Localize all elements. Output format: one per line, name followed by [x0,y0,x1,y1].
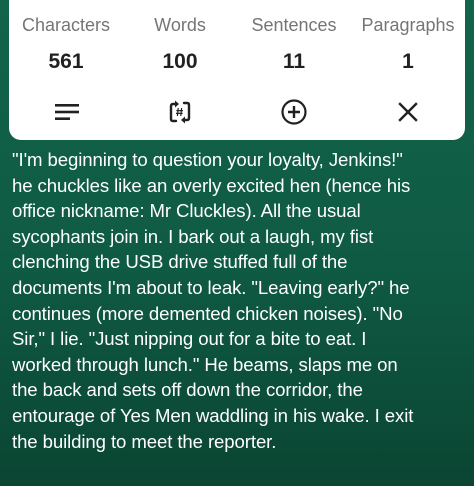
text-line: sycophants join in. I bark out a laugh, … [12,225,374,247]
close-button[interactable] [388,90,428,134]
text-line: entourage of Yes Men waddling in his wak… [12,404,414,426]
text-line: the back and sets off down the corridor,… [12,379,363,401]
text-line: continues (more demented chicken noises)… [12,302,403,324]
text-line: documents I'm about to leak. "Leaving ea… [12,276,410,298]
stat-words-value: 100 [162,50,198,73]
stat-sentences-value: 11 [282,50,306,73]
stat-characters-value: 561 [48,50,84,73]
add-button[interactable] [274,90,314,134]
swap-count-icon [169,100,191,124]
add-circle-icon [281,99,307,125]
stat-paragraphs-value: 1 [402,50,414,73]
text-content[interactable]: "I'm beginning to question your loyalty,… [12,147,468,454]
toolbar [9,90,465,136]
stats-row: Characters 561 Words 100 Sentences 11 Pa… [9,0,465,90]
stat-characters-label: Characters [21,15,111,35]
stats-card: Characters 561 Words 100 Sentences 11 Pa… [9,0,465,140]
text-line: "I'm beginning to question your loyalty,… [12,149,403,170]
stat-words-label: Words [154,15,206,35]
text-line: worked through lunch." He beams, slaps m… [12,353,398,375]
close-icon [398,102,418,122]
text-line: clenching the USB drive stuffed full of … [12,251,348,273]
text-line: Sir," I lie. "Just nipping out for a bit… [12,328,367,350]
menu-lines-icon [55,104,79,120]
stat-sentences-label: Sentences [251,15,337,35]
stat-paragraphs-label: Paragraphs [361,15,455,35]
menu-button[interactable] [47,90,87,134]
text-line: office nickname: Mr Cluckles). All the u… [12,200,361,222]
text-line: he chuckles like an overly excited hen (… [12,174,411,196]
text-line: the building to meet the reporter. [12,430,277,452]
swap-count-button[interactable] [160,90,200,134]
